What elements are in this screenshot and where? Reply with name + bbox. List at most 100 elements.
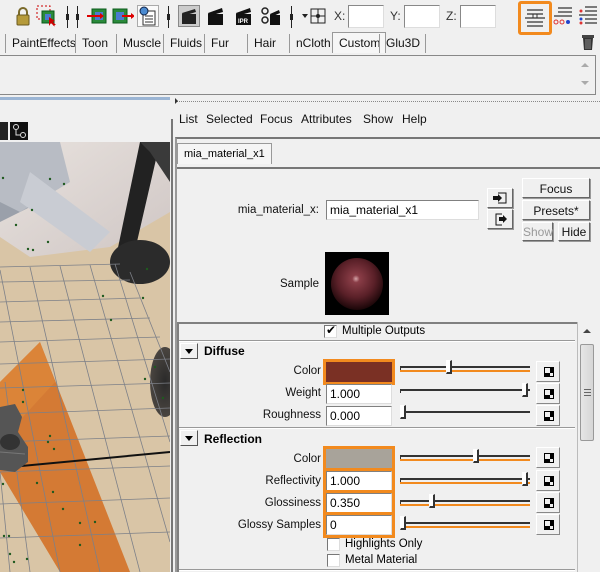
reflectivity-input[interactable] (323, 468, 395, 494)
select-region-icon[interactable] (36, 5, 58, 27)
reflection-color-map-button[interactable] (536, 447, 560, 468)
shelf-tab-toon[interactable]: Toon (75, 34, 113, 53)
attribute-editor-toggle-icon[interactable] (518, 1, 552, 35)
go-to-input-button[interactable] (487, 188, 513, 208)
go-to-output-button[interactable] (487, 209, 513, 229)
collapse-arrow-icon[interactable] (175, 98, 178, 104)
trash-icon[interactable] (581, 33, 595, 51)
checker-map-icon (544, 498, 554, 508)
attribute-list-scrollbar[interactable] (577, 322, 595, 572)
section-divider (179, 340, 575, 342)
checker-map-icon (544, 520, 554, 530)
diffuse-color-slider[interactable] (400, 360, 530, 374)
glossiness-label: Glossiness (264, 497, 321, 509)
output-connection-icon[interactable] (112, 5, 134, 27)
pane-divider-dotted[interactable] (176, 101, 600, 102)
reflectivity-map-button[interactable] (536, 470, 560, 491)
checker-map-icon (544, 411, 554, 421)
shelf-tab-hair[interactable]: Hair (247, 34, 281, 53)
glossy-samples-label: Glossy Samples (237, 519, 321, 531)
channel-box-icon[interactable] (552, 5, 574, 27)
highlights-only-checkbox[interactable] (327, 538, 340, 551)
history-icon[interactable] (137, 5, 159, 27)
shelf-content-area (0, 55, 596, 95)
toolbar-separator (66, 6, 70, 28)
viewport-scene[interactable] (0, 142, 170, 572)
scrollbar-thumb[interactable] (580, 344, 594, 441)
glossy-samples-slider[interactable] (400, 516, 530, 530)
material-sample-swatch[interactable] (325, 252, 389, 315)
glossiness-slider[interactable] (400, 494, 530, 508)
glossy-samples-map-button[interactable] (536, 514, 560, 535)
diffuse-collapse-button[interactable] (180, 343, 198, 359)
render-settings-icon[interactable] (260, 5, 282, 27)
menu-list[interactable]: List (179, 112, 198, 126)
diffuse-roughness-slider[interactable] (400, 405, 530, 419)
glossiness-input[interactable] (323, 490, 395, 516)
node-name-input[interactable] (326, 200, 479, 220)
shelf-tab-painteffects[interactable]: PaintEffects (5, 34, 81, 53)
diffuse-color-swatch[interactable] (323, 359, 395, 385)
show-button[interactable]: Show (522, 222, 553, 241)
snap-mode-icon[interactable] (301, 5, 329, 27)
diffuse-color-map-button[interactable] (536, 361, 560, 382)
render-view-icon[interactable] (178, 5, 200, 27)
menu-selected[interactable]: Selected (206, 112, 253, 126)
checker-map-icon (544, 367, 554, 377)
viewport-toolbar-icon[interactable] (0, 122, 8, 140)
scroll-up-arrow-icon[interactable] (583, 329, 591, 333)
menu-show[interactable]: Show (363, 112, 393, 126)
y-coord-input[interactable] (404, 5, 440, 28)
lock-icon[interactable] (12, 5, 34, 27)
ipr-render-icon[interactable]: IPR (233, 5, 255, 27)
diffuse-weight-slider[interactable] (400, 383, 530, 397)
z-coord-label: Z: (446, 9, 457, 23)
reflection-color-slider[interactable] (400, 449, 530, 463)
toolbar-separator (290, 6, 294, 28)
diffuse-weight-map-button[interactable] (536, 383, 560, 404)
metal-material-checkbox[interactable] (327, 554, 340, 567)
scroll-up-icon[interactable] (581, 63, 589, 67)
shelf-tab-bar: PaintEffects Toon Muscle Fluids Fur Hair… (0, 32, 600, 53)
menu-focus[interactable]: Focus (260, 112, 293, 126)
node-tab[interactable]: mia_material_x1 (177, 143, 272, 164)
diffuse-section-title: Diffuse (204, 344, 245, 358)
diffuse-roughness-input[interactable] (326, 406, 392, 426)
camera-attribute-icon[interactable] (10, 122, 28, 140)
shelf-tab-glu3d[interactable]: Glu3D (379, 34, 427, 53)
z-coord-input[interactable] (460, 5, 496, 28)
toolbar-separator (76, 6, 80, 28)
menu-attributes[interactable]: Attributes (301, 112, 352, 126)
pane-divider[interactable] (0, 97, 170, 100)
diffuse-roughness-map-button[interactable] (536, 405, 560, 426)
glossy-samples-input[interactable] (323, 512, 395, 538)
grip-icon (584, 389, 591, 396)
reflectivity-slider[interactable] (400, 472, 530, 486)
focus-button[interactable]: Focus (522, 178, 590, 198)
glossiness-map-button[interactable] (536, 492, 560, 513)
tool-settings-icon[interactable] (577, 5, 599, 27)
input-connection-icon[interactable] (86, 5, 108, 27)
shelf-tab-muscle[interactable]: Muscle (116, 34, 166, 53)
reflection-section-title: Reflection (204, 432, 263, 446)
menu-help[interactable]: Help (402, 112, 427, 126)
shelf-tab-fluids[interactable]: Fluids (163, 34, 207, 53)
presets-button[interactable]: Presets* (522, 200, 590, 220)
reflection-color-swatch[interactable] (323, 446, 395, 472)
diffuse-color-label: Color (293, 365, 321, 377)
shelf-tab-ncloth[interactable]: nCloth (289, 34, 336, 53)
scroll-down-icon[interactable] (581, 81, 589, 85)
output-arrow-icon (495, 213, 507, 226)
shelf-scrollbar[interactable] (578, 59, 592, 92)
section-divider (179, 569, 575, 571)
shelf-tab-fur[interactable]: Fur (204, 34, 234, 53)
multiple-outputs-checkbox[interactable] (324, 323, 337, 338)
metal-material-label: Metal Material (345, 554, 418, 566)
diffuse-weight-input[interactable] (326, 384, 392, 404)
reflection-collapse-button[interactable] (180, 430, 198, 446)
render-current-frame-icon[interactable] (205, 5, 227, 27)
hide-button[interactable]: Hide (558, 222, 590, 241)
y-coord-label: Y: (390, 9, 401, 23)
status-line-toolbar: IPR X: Y: Z: (0, 0, 600, 35)
x-coord-input[interactable] (348, 5, 384, 28)
